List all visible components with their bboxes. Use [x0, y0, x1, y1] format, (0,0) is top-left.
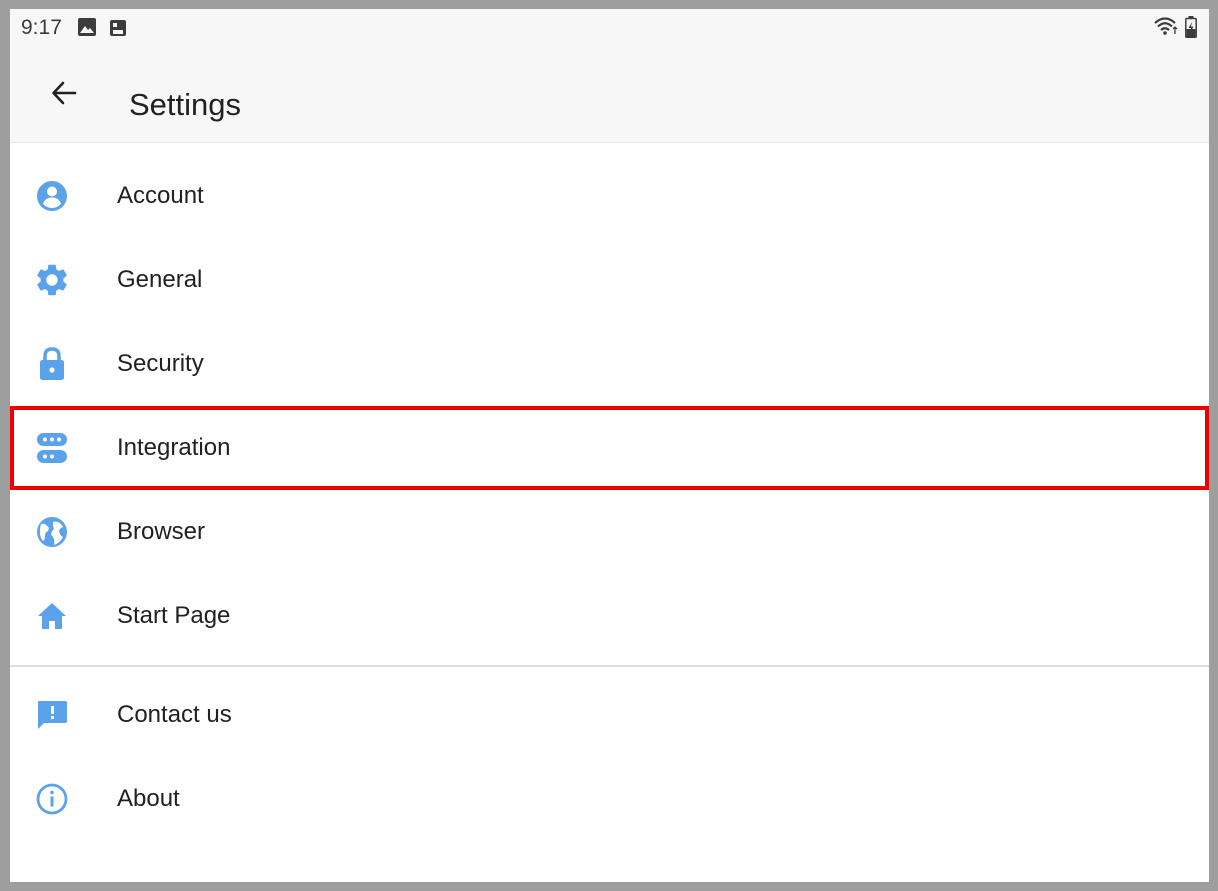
menu-item-about[interactable]: About	[10, 757, 1209, 841]
image-icon	[78, 18, 96, 41]
integration-icon	[33, 429, 71, 467]
status-bar: 9:17	[10, 9, 1209, 47]
globe-icon	[33, 513, 71, 551]
menu-item-start-page[interactable]: Start Page	[10, 574, 1209, 658]
screenshot-icon	[108, 18, 128, 43]
arrow-left-icon	[52, 81, 77, 105]
menu-item-security[interactable]: Security	[10, 322, 1209, 406]
menu-item-contact-us[interactable]: Contact us	[10, 673, 1209, 757]
battery-icon	[1185, 16, 1197, 43]
menu-item-integration[interactable]: Integration	[10, 406, 1209, 490]
menu-item-label: Integration	[117, 434, 231, 461]
menu-item-label: Start Page	[117, 602, 231, 629]
back-button[interactable]	[43, 72, 85, 114]
device-screen: 9:17 Settings Account General Security I…	[10, 9, 1209, 882]
account-circle-icon	[33, 177, 71, 215]
menu-item-label: Security	[117, 350, 204, 377]
gear-icon	[33, 261, 71, 299]
status-time: 9:17	[21, 16, 62, 39]
info-icon	[33, 780, 71, 818]
menu-item-label: Account	[117, 182, 204, 209]
lock-icon	[33, 345, 71, 383]
menu-divider	[10, 665, 1209, 667]
menu-item-label: Contact us	[117, 701, 232, 728]
settings-menu: Account General Security Integration Bro…	[10, 154, 1209, 841]
menu-item-general[interactable]: General	[10, 238, 1209, 322]
app-bar: Settings	[10, 47, 1209, 143]
menu-item-label: About	[117, 785, 180, 812]
menu-item-label: Browser	[117, 518, 206, 545]
menu-item-label: General	[117, 266, 203, 293]
wifi-icon	[1154, 16, 1178, 43]
menu-item-account[interactable]: Account	[10, 154, 1209, 238]
feedback-icon	[33, 696, 71, 734]
menu-item-browser[interactable]: Browser	[10, 490, 1209, 574]
home-icon	[33, 597, 71, 635]
page-title: Settings	[129, 87, 242, 122]
